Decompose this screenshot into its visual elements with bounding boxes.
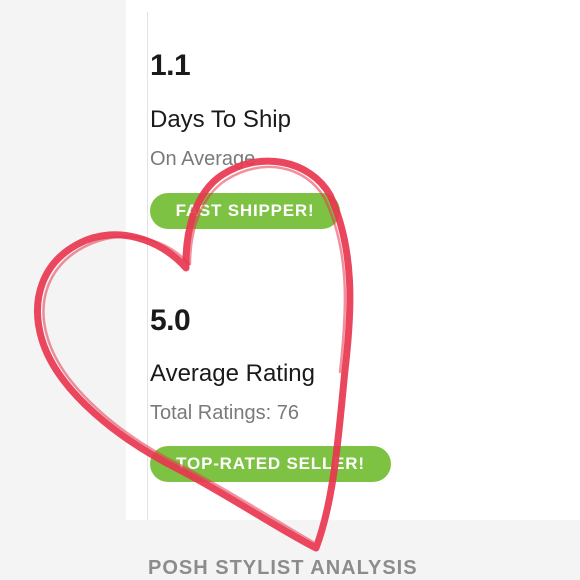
total-ratings-label: Total Ratings: 76 bbox=[150, 402, 299, 424]
shipping-days-value: 1.1 bbox=[150, 49, 191, 82]
shipping-average-label: On Average bbox=[150, 148, 256, 170]
card-divider bbox=[147, 12, 148, 520]
left-gutter bbox=[0, 0, 126, 580]
seller-stats-card bbox=[126, 0, 580, 520]
posh-stylist-analysis-heading: POSH STYLIST ANALYSIS bbox=[148, 557, 418, 579]
shipping-days-label: Days To Ship bbox=[150, 106, 291, 133]
fast-shipper-badge: FAST SHIPPER! bbox=[150, 193, 340, 229]
average-rating-label: Average Rating bbox=[150, 360, 315, 387]
top-rated-seller-badge: TOP-RATED SELLER! bbox=[150, 446, 391, 482]
average-rating-value: 5.0 bbox=[150, 304, 191, 337]
